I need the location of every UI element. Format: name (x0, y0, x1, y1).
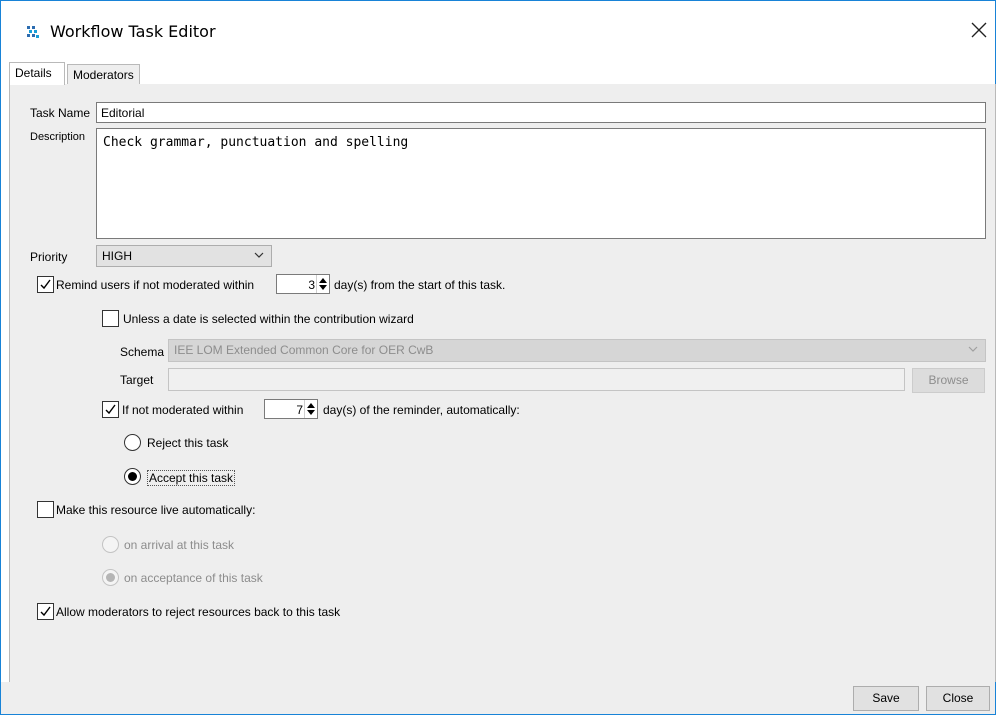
remind-days-spinner[interactable]: 3 (276, 274, 330, 294)
on-arrival-label: on arrival at this task (124, 538, 235, 552)
accept-task-radio[interactable] (124, 468, 141, 485)
description-label: Description (30, 131, 86, 143)
save-button[interactable]: Save (853, 686, 919, 711)
close-button[interactable]: Close (926, 686, 990, 711)
auto-action-label: If not moderated within (122, 403, 244, 417)
browse-button[interactable]: Browse (912, 368, 985, 393)
close-window-icon[interactable] (967, 18, 991, 42)
tab-moderators[interactable]: Moderators (67, 64, 140, 84)
target-input[interactable] (168, 368, 905, 391)
priority-label: Priority (30, 250, 68, 264)
reject-task-radio[interactable] (124, 434, 141, 451)
task-name-input[interactable]: Editorial (96, 102, 986, 123)
window-title: Workflow Task Editor (50, 22, 216, 41)
remind-label: Remind users if not moderated within (56, 278, 255, 292)
unless-date-checkbox[interactable] (102, 310, 119, 327)
app-icon (26, 25, 40, 39)
workflow-task-editor-window: Workflow Task Editor Details Moderators … (0, 0, 996, 715)
spinner-arrows-icon[interactable] (304, 400, 317, 418)
on-acceptance-radio[interactable] (102, 569, 119, 586)
auto-action-checkbox[interactable] (102, 401, 119, 418)
radio-selected-dot (106, 573, 115, 582)
make-live-checkbox[interactable] (37, 501, 54, 518)
radio-selected-dot (128, 472, 137, 481)
on-arrival-radio[interactable] (102, 536, 119, 553)
tab-details[interactable]: Details (9, 62, 65, 85)
reject-task-label: Reject this task (147, 436, 229, 450)
unless-date-label: Unless a date is selected within the con… (123, 312, 414, 326)
allow-reject-label: Allow moderators to reject resources bac… (56, 605, 341, 619)
auto-action-days-spinner[interactable]: 7 (264, 399, 318, 419)
spinner-arrows-icon[interactable] (316, 275, 329, 293)
dialog-footer: Save Close (1, 682, 995, 714)
description-textarea[interactable]: Check grammar, punctuation and spelling (96, 128, 986, 239)
tab-bar: Details Moderators (9, 62, 994, 85)
priority-select-value: HIGH (102, 249, 132, 263)
allow-reject-checkbox[interactable] (37, 603, 54, 620)
remind-checkbox[interactable] (37, 276, 54, 293)
make-live-label: Make this resource live automatically: (56, 503, 256, 517)
chevron-down-icon (253, 249, 265, 264)
auto-action-days-value: 7 (296, 403, 303, 417)
schema-label: Schema (120, 345, 165, 359)
schema-select[interactable]: IEE LOM Extended Common Core for OER CwB (168, 339, 986, 362)
target-label: Target (120, 373, 154, 387)
priority-select[interactable]: HIGH (96, 245, 272, 267)
details-panel: Task Name Editorial Description Check gr… (9, 84, 996, 682)
remind-suffix-label: day(s) from the start of this task. (334, 278, 506, 292)
remind-days-value: 3 (308, 278, 315, 292)
auto-action-suffix-label: day(s) of the reminder, automatically: (323, 403, 520, 417)
on-acceptance-label: on acceptance of this task (124, 571, 263, 585)
accept-task-label: Accept this task (147, 470, 236, 486)
schema-select-value: IEE LOM Extended Common Core for OER CwB (174, 343, 434, 357)
chevron-down-icon (967, 343, 979, 358)
title-bar: Workflow Task Editor (1, 1, 995, 61)
task-name-label: Task Name (30, 106, 91, 120)
